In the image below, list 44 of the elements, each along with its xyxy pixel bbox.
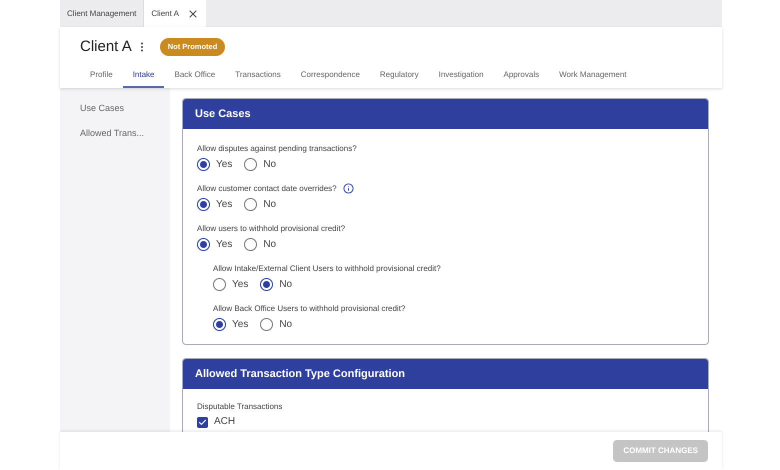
section-label: Disputable Transactions <box>197 402 284 412</box>
page-title: Client A <box>80 36 132 57</box>
nav-tab[interactable]: Regulatory <box>370 63 429 88</box>
sidebar-item[interactable]: Allowed Trans... <box>80 126 170 140</box>
nav-tab[interactable]: Correspondence <box>290 63 370 88</box>
nav-tab[interactable]: Work Management <box>549 63 637 88</box>
radio-button[interactable] <box>197 158 210 171</box>
radio-label: Yes <box>216 238 232 251</box>
radio-button[interactable] <box>244 198 258 211</box>
radio-button[interactable] <box>260 278 274 291</box>
radio-button[interactable] <box>197 238 210 251</box>
radio-button[interactable] <box>213 278 226 291</box>
question-text: Allow users to withhold provisional credit? <box>197 223 346 234</box>
radio-button[interactable] <box>197 198 210 211</box>
document-tab[interactable]: Client Management <box>67 8 136 20</box>
nav-tab[interactable]: Profile <box>80 63 123 88</box>
nav-tab[interactable]: Back Office <box>164 63 226 88</box>
radio-button[interactable] <box>260 318 274 331</box>
nav-tab[interactable]: Investigation <box>428 63 494 88</box>
radio-label: No <box>263 158 276 171</box>
radio-label: Yes <box>216 198 232 211</box>
checkbox[interactable] <box>197 416 208 428</box>
radio-label: Yes <box>232 318 248 331</box>
radio-label: Yes <box>232 278 248 291</box>
radio-button[interactable] <box>244 238 258 251</box>
radio-label: No <box>263 238 276 251</box>
radio-label: No <box>279 278 292 291</box>
nav-tab[interactable]: Transactions <box>225 63 291 88</box>
question-text: Allow Back Office Users to withhold provisional credit? <box>213 303 406 314</box>
info-icon[interactable] <box>342 183 354 194</box>
nav-tab[interactable]: Approvals <box>494 63 550 88</box>
radio-button[interactable] <box>213 318 226 331</box>
question-text: Allow disputes against pending transactions? <box>197 143 357 154</box>
radio-button[interactable] <box>244 158 258 171</box>
radio-label: No <box>263 198 276 211</box>
question-text: Allow customer contact date overrides? <box>197 183 337 194</box>
close-icon[interactable] <box>186 8 199 20</box>
radio-label: Yes <box>216 158 232 171</box>
card-header: Use Cases <box>183 99 708 129</box>
card-header: Allowed Transaction Type Configuration <box>183 359 708 389</box>
radio-label: No <box>279 318 292 331</box>
sidebar-item[interactable]: Use Cases <box>80 102 170 116</box>
question-text: Allow Intake/External Client Users to withhold provisional credit? <box>213 263 441 274</box>
checkbox-label: ACH <box>214 416 236 428</box>
